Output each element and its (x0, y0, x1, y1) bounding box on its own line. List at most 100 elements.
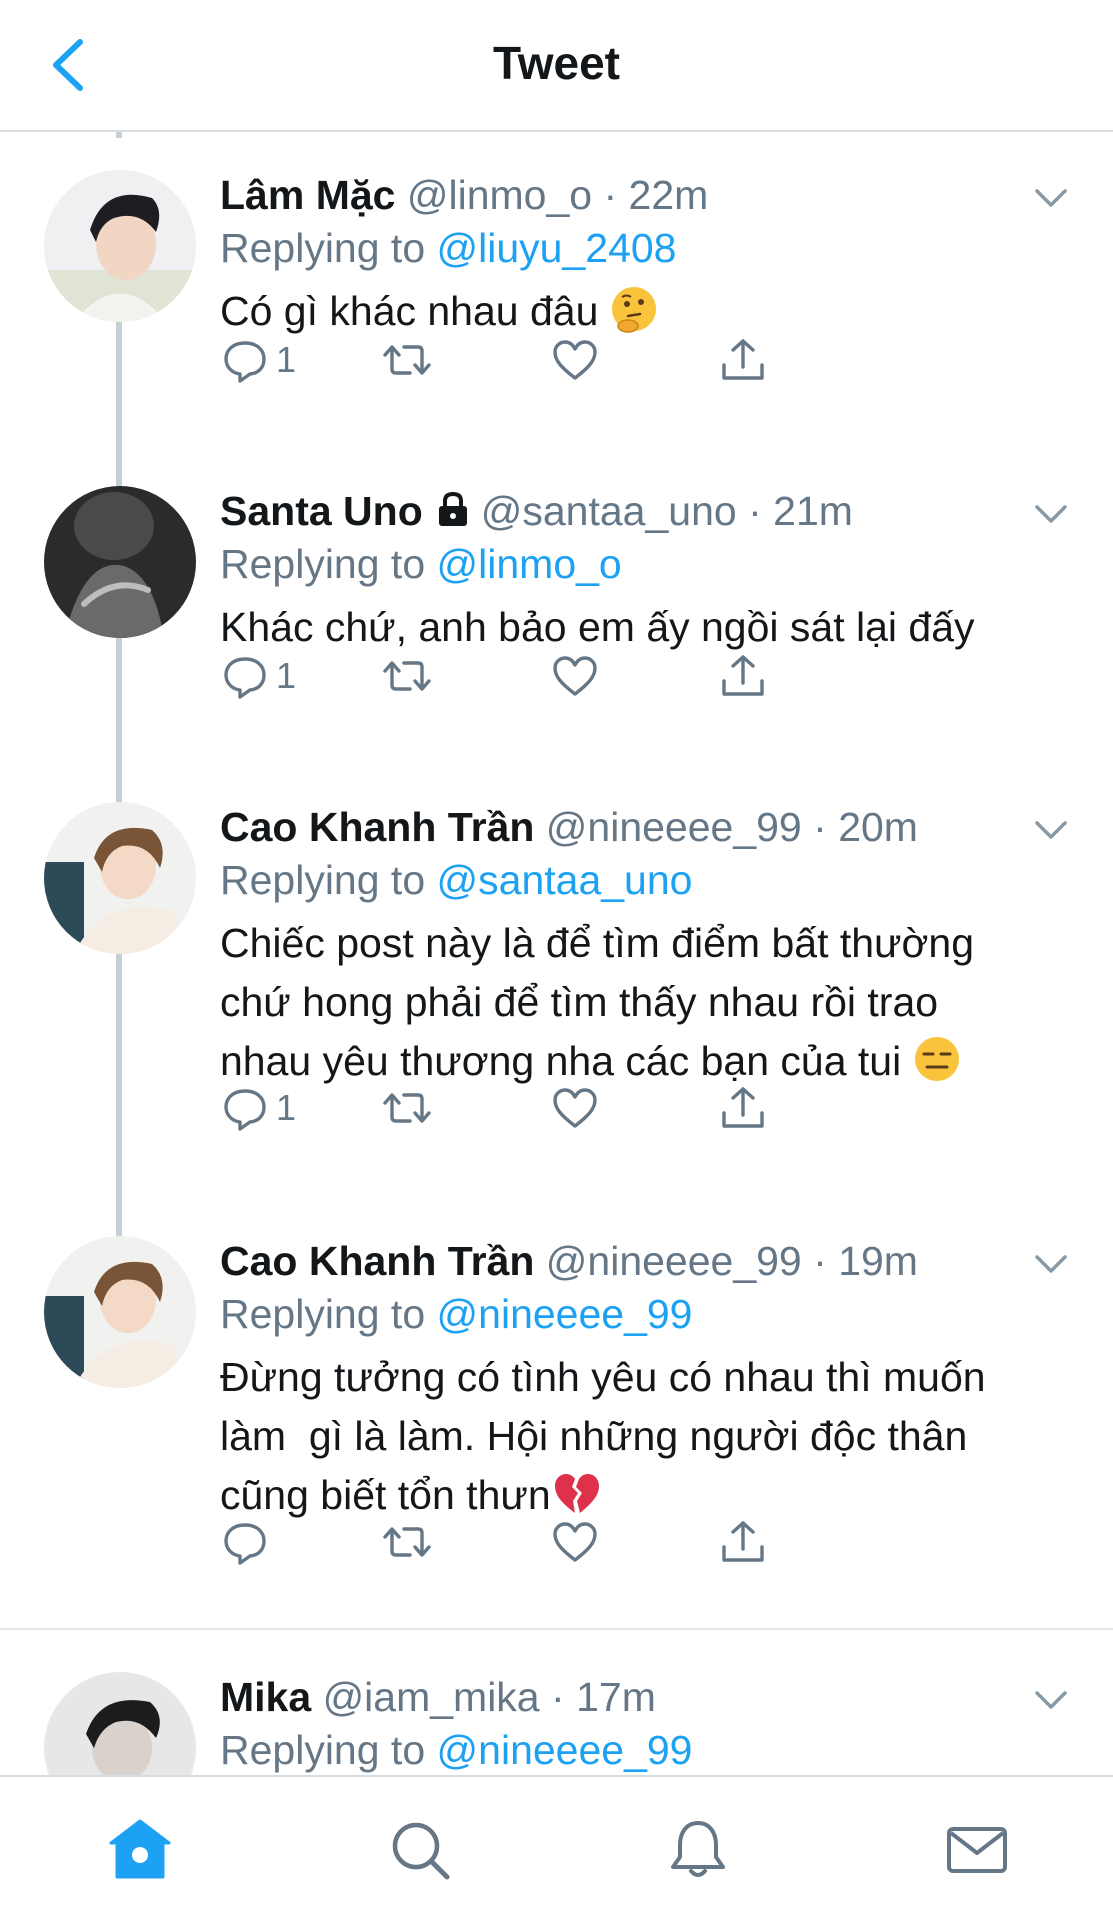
display-name[interactable]: Cao Khanh Trần (220, 1238, 534, 1284)
chevron-down-icon (1035, 821, 1067, 839)
tweet-text-line: Có gì khác nhau đâu (220, 288, 599, 334)
tweet-text-line: chứ hong phải để tìm thấy nhau rồi trao (220, 979, 939, 1025)
tweet-header: Santa Uno @santaa_uno · 21m (220, 486, 1053, 536)
chevron-down-icon (1035, 505, 1067, 523)
user-handle[interactable]: @iam_mika (323, 1674, 540, 1720)
timestamp[interactable]: 21m (773, 488, 853, 534)
reply-button[interactable] (220, 1512, 276, 1572)
chevron-down-icon (1035, 1691, 1067, 1709)
reply-count: 1 (276, 1087, 297, 1128)
reply-button[interactable]: 1 (220, 646, 296, 706)
separator-dot: · (813, 804, 827, 850)
speech-bubble-icon (224, 1523, 266, 1565)
lock-icon (438, 491, 467, 526)
tab-messages[interactable] (942, 1815, 1012, 1885)
replying-to-label: Replying to (220, 225, 426, 271)
retweet-icon (383, 661, 431, 691)
like-button[interactable] (550, 330, 600, 390)
mention-link[interactable]: @nineeee_99 (437, 1727, 693, 1773)
timestamp[interactable]: 19m (838, 1238, 918, 1284)
retweet-button[interactable] (382, 1078, 432, 1138)
mention-link[interactable]: @liuyu_2408 (437, 225, 677, 271)
avatar[interactable] (44, 170, 196, 322)
like-button[interactable] (550, 1512, 600, 1572)
mail-icon (947, 1827, 1007, 1873)
tweet-text: Đừng tưởng có tình yêu có nhau thì muốn … (220, 1348, 1080, 1525)
reply-count: 1 (276, 339, 297, 380)
tweet-text-line: Khác chứ, anh bảo em ấy ngồi sát lại đấy (220, 604, 975, 650)
mention-link[interactable]: @linmo_o (437, 541, 622, 587)
avatar[interactable] (44, 802, 196, 954)
tab-home[interactable] (105, 1815, 175, 1885)
user-handle[interactable]: @santaa_uno (481, 488, 737, 534)
tab-notifications[interactable] (663, 1815, 733, 1885)
speech-bubble-icon (224, 341, 266, 383)
replying-to-label: Replying to (220, 1291, 426, 1337)
mention-link[interactable]: @nineeee_99 (437, 1291, 693, 1337)
share-button[interactable] (718, 646, 768, 706)
display-name[interactable]: Cao Khanh Trần (220, 804, 534, 850)
tweet-menu-button[interactable] (1029, 1678, 1073, 1722)
mention-link[interactable]: @santaa_uno (437, 857, 693, 903)
retweet-icon (383, 345, 431, 375)
like-button[interactable] (550, 1078, 600, 1138)
tweet-header: Lâm Mặc @linmo_o · 22m (220, 170, 1053, 220)
user-handle[interactable]: @nineeee_99 (546, 804, 802, 850)
tab-search[interactable] (385, 1815, 455, 1885)
separator-dot: · (603, 172, 618, 218)
heart-icon (553, 1088, 597, 1128)
display-name[interactable]: Santa Uno (220, 488, 423, 534)
timestamp[interactable]: 22m (629, 172, 709, 218)
tweet-menu-button[interactable] (1029, 808, 1073, 852)
separator-dot: · (748, 488, 762, 534)
page-title: Tweet (493, 37, 620, 89)
timestamp[interactable]: 20m (838, 804, 918, 850)
retweet-button[interactable] (382, 330, 432, 390)
retweet-button[interactable] (382, 1512, 432, 1572)
share-icon (722, 1087, 764, 1128)
display-name[interactable]: Lâm Mặc (220, 172, 395, 218)
heart-icon (553, 656, 597, 696)
tweet-text: Chiếc post này là để tìm điểm bất thường… (220, 914, 1080, 1091)
display-name[interactable]: Mika (220, 1674, 311, 1720)
tweet-menu-button[interactable] (1029, 492, 1073, 536)
retweet-button[interactable] (382, 646, 432, 706)
share-icon (722, 1521, 764, 1562)
share-button[interactable] (718, 330, 768, 390)
heart-icon (553, 1522, 597, 1562)
like-button[interactable] (550, 646, 600, 706)
chevron-down-icon (1035, 189, 1067, 207)
tweet-header: Cao Khanh Trần @nineeee_99 · 19m (220, 1236, 1053, 1286)
timestamp[interactable]: 17m (576, 1674, 656, 1720)
user-handle[interactable]: @nineeee_99 (546, 1238, 802, 1284)
replying-to: Replying to @santaa_uno (220, 852, 692, 908)
replying-to-label: Replying to (220, 1727, 426, 1773)
share-icon (722, 339, 764, 380)
reply-button[interactable]: 1 (220, 1078, 296, 1138)
share-button[interactable] (718, 1512, 768, 1572)
tweet-text-line: làm gì là làm. Hội những người độc thân (220, 1413, 968, 1459)
reply-button[interactable]: 1 (220, 330, 296, 390)
replying-to: Replying to @nineeee_99 (220, 1722, 692, 1778)
avatar[interactable] (44, 486, 196, 638)
bell-icon (671, 1821, 725, 1877)
tweet-actions: 1 (220, 330, 920, 390)
tweet-menu-button[interactable] (1029, 176, 1073, 220)
avatar[interactable] (44, 1236, 196, 1388)
heart-icon (553, 340, 597, 380)
reply-count: 1 (276, 655, 297, 696)
tweet-text-line: Đừng tưởng có tình yêu có nhau thì muốn (220, 1354, 986, 1400)
header-bar: Tweet (0, 0, 1113, 132)
share-button[interactable] (718, 1078, 768, 1138)
chevron-down-icon (1035, 1255, 1067, 1273)
retweet-icon (383, 1093, 431, 1123)
tweet-actions: 1 (220, 1078, 920, 1138)
separator-dot: · (813, 1238, 827, 1284)
tweet-menu-button[interactable] (1029, 1242, 1073, 1286)
user-handle[interactable]: @linmo_o (407, 172, 592, 218)
search-icon (392, 1822, 450, 1880)
replying-to-label: Replying to (220, 857, 426, 903)
tweet-actions: 1 (220, 646, 920, 706)
divider (0, 1628, 1113, 1630)
thread-connector (116, 132, 122, 138)
